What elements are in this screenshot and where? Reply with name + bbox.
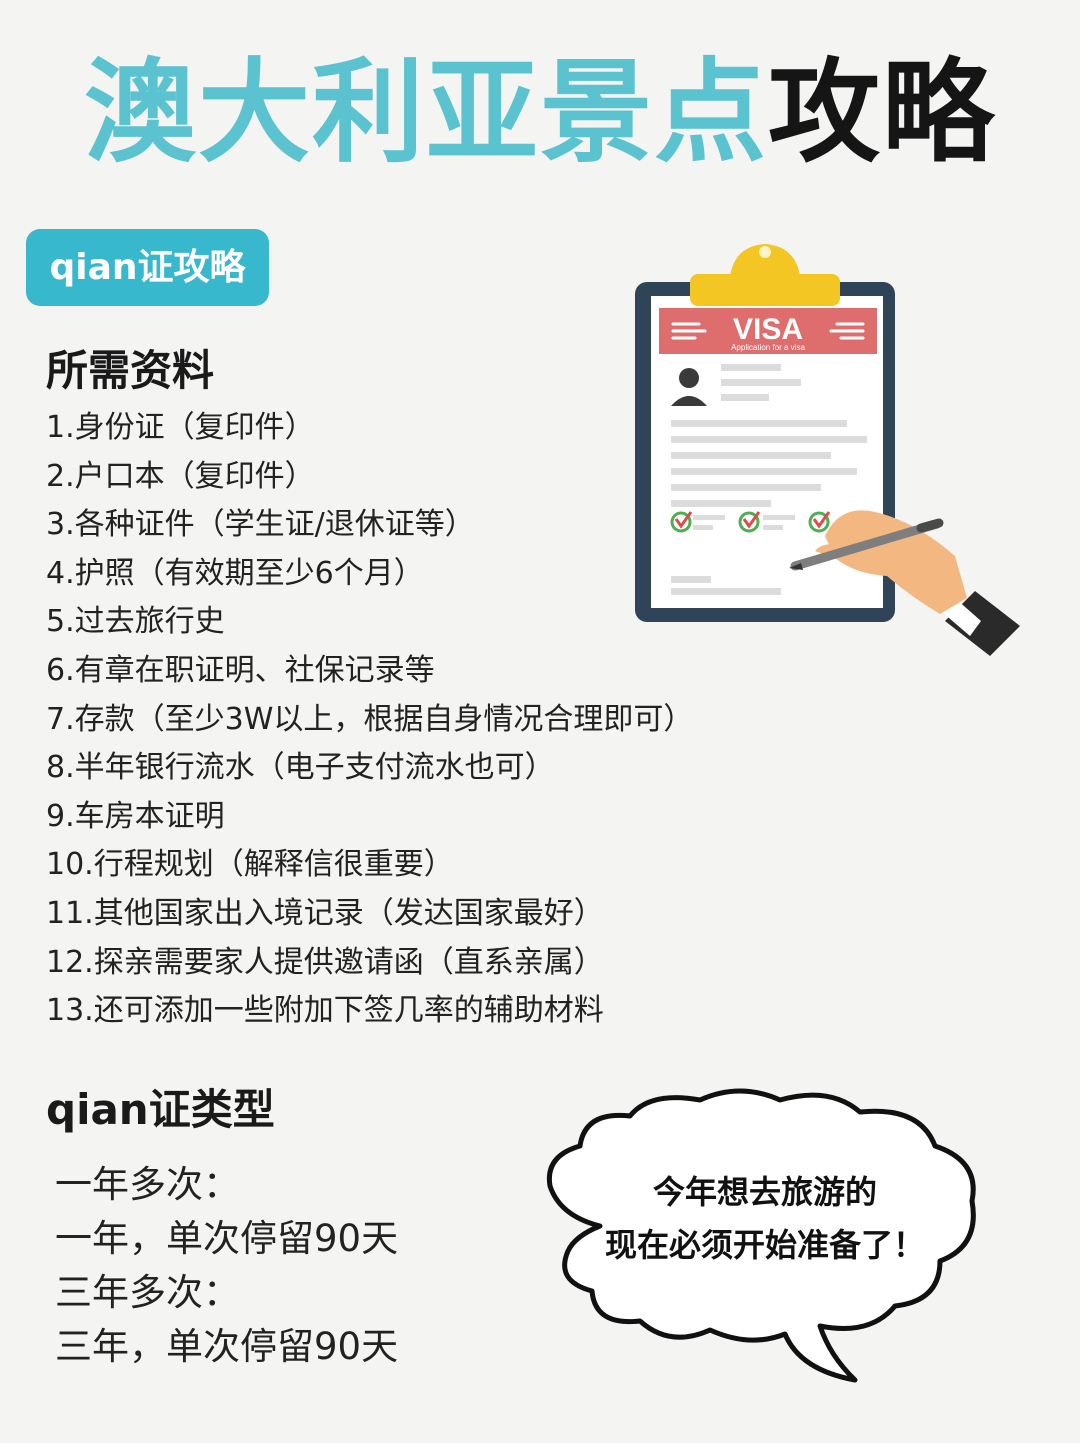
bubble-line-1: 今年想去旅游的 xyxy=(652,1173,877,1211)
list-item: 1.身份证（复印件） xyxy=(46,410,315,445)
list-item: 2.户口本（复印件） xyxy=(46,458,315,494)
list-item: 11.其他国家出入境记录（发达国家最好） xyxy=(46,895,604,931)
page-title-part2: 攻略 xyxy=(768,48,996,178)
visa-type-line: 三年多次： xyxy=(55,1271,240,1314)
page-title: 澳大利亚景点攻略 xyxy=(0,48,1080,178)
visa-type-line: 三年，单次停留90天 xyxy=(55,1325,399,1368)
list-item: 13.还可添加一些附加下签几率的辅助材料 xyxy=(46,993,604,1029)
page-title-part1: 澳大利亚景点 xyxy=(84,48,768,178)
list-item: 12.探亲需要家人提供邀请函（直系亲属） xyxy=(46,944,604,980)
list-item: 8.半年银行流水（电子支付流水也可） xyxy=(46,750,555,786)
list-item: 9.车房本证明 xyxy=(46,798,225,834)
list-item: 3.各种证件（学生证/退休证等） xyxy=(46,507,475,543)
visa-form-title: VISA xyxy=(733,313,803,346)
bubble-line-2: 现在必须开始准备了！ xyxy=(604,1226,925,1264)
list-item: 7.存款（至少3W以上，根据自身情况合理即可） xyxy=(46,701,694,737)
list-item: 6.有章在职证明、社保记录等 xyxy=(46,652,435,688)
visa-types-heading: qian证类型 xyxy=(46,1085,275,1134)
clipboard-icon: VISA Application for a visa xyxy=(635,244,1020,656)
materials-heading: 所需资料 xyxy=(46,346,215,395)
visa-form-subtitle: Application for a visa xyxy=(731,343,805,352)
list-item: 10.行程规划（解释信很重要） xyxy=(46,847,454,883)
visa-type-line: 一年多次： xyxy=(55,1163,240,1206)
materials-list: 1.身份证（复印件） 2.户口本（复印件） 3.各种证件（学生证/退休证等） 4… xyxy=(46,404,693,1036)
list-item: 5.过去旅行史 xyxy=(46,604,225,640)
section-tag: qian证攻略 xyxy=(26,229,269,306)
list-item: 4.护照（有效期至少6个月） xyxy=(46,555,424,591)
visa-type-line: 一年，单次停留90天 xyxy=(55,1217,399,1260)
visa-types-list: 一年多次： 一年，单次停留90天 三年多次： 三年，单次停留90天 xyxy=(55,1158,398,1374)
